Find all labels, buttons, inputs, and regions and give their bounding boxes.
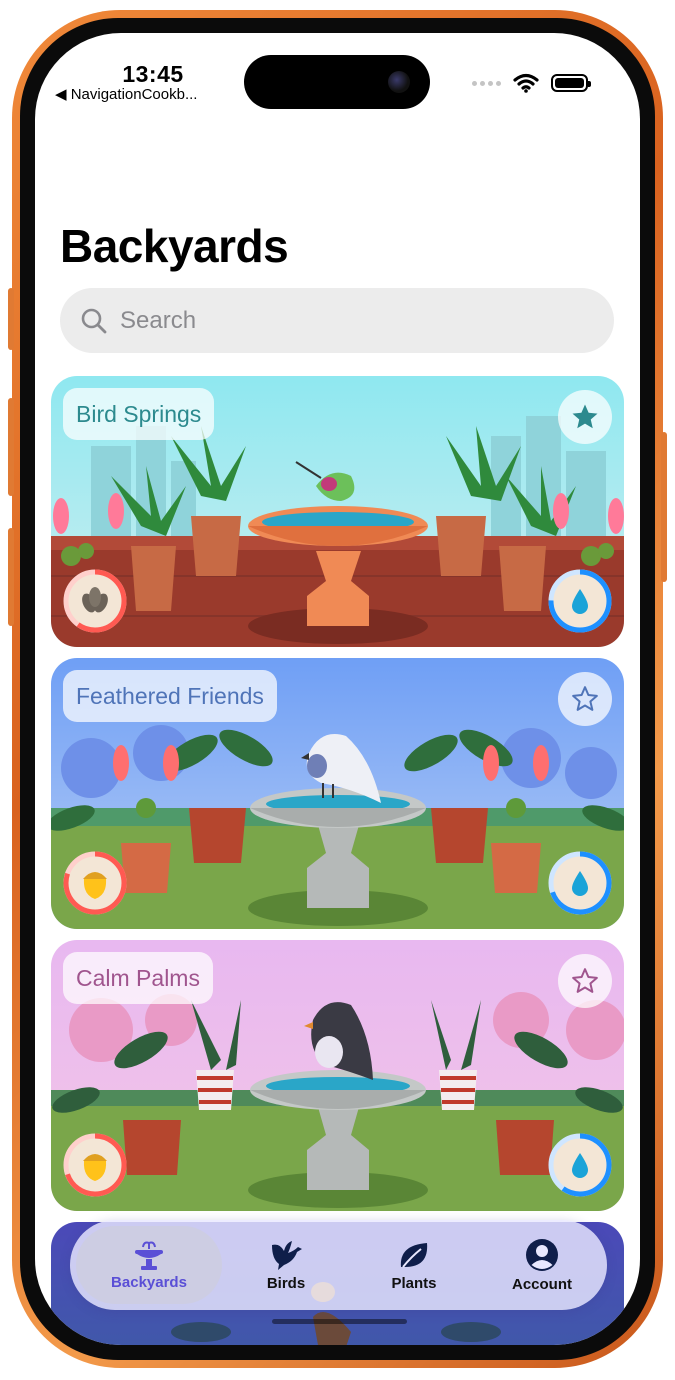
leaf-icon	[400, 1242, 428, 1268]
dynamic-island	[244, 55, 430, 109]
tab-label: Plants	[391, 1274, 437, 1292]
volume-down-button	[8, 528, 14, 626]
star-filled-icon	[572, 404, 598, 429]
backyard-card[interactable]: Bird Springs	[51, 376, 624, 647]
wifi-icon	[513, 73, 539, 93]
power-button	[661, 432, 667, 582]
signal-icon	[472, 80, 501, 86]
star-outline-icon	[572, 968, 598, 993]
page-title: Backyards	[60, 220, 289, 272]
tab-label: Birds	[266, 1274, 306, 1292]
camera-icon	[388, 71, 410, 93]
status-indicators	[472, 73, 591, 93]
home-indicator[interactable]	[272, 1319, 407, 1324]
bird-icon	[272, 1240, 302, 1270]
backyard-card[interactable]: Calm Palms	[51, 940, 624, 1211]
favorite-button[interactable]	[558, 954, 612, 1008]
food-level-gauge	[63, 851, 127, 915]
food-level-gauge	[63, 1133, 127, 1197]
search-placeholder: Search	[120, 306, 197, 334]
backyard-name: Bird Springs	[63, 388, 215, 440]
tab-account[interactable]: Account	[478, 1226, 606, 1304]
tab-plants[interactable]: Plants	[350, 1226, 478, 1304]
status-time: 13:45	[122, 61, 184, 87]
food-level-gauge	[63, 569, 127, 633]
back-to-app-link[interactable]: ◀ NavigationCookb...	[55, 85, 197, 103]
star-outline-icon	[572, 686, 598, 711]
tab-label: Account	[512, 1275, 572, 1293]
tab-birds[interactable]: Birds	[222, 1226, 350, 1304]
backyard-card[interactable]: Feathered Friends	[51, 658, 624, 929]
battery-icon	[551, 74, 591, 92]
backyard-name: Calm Palms	[63, 952, 213, 1004]
tab-bar: Backyards Birds Plants Account	[70, 1220, 607, 1310]
water-level-gauge	[548, 851, 612, 915]
search-field[interactable]: Search	[60, 288, 614, 353]
action-button	[8, 288, 14, 350]
search-icon	[81, 308, 107, 333]
birdbath-icon	[135, 1241, 163, 1270]
tab-backyards[interactable]: Backyards	[76, 1226, 222, 1304]
person-icon	[526, 1238, 558, 1271]
favorite-button[interactable]	[558, 672, 612, 726]
tab-label: Backyards	[111, 1273, 187, 1291]
volume-up-button	[8, 398, 14, 496]
screen: 13:45 ◀ NavigationCookb... Backyards Sea…	[35, 33, 640, 1345]
favorite-button[interactable]	[558, 390, 612, 444]
water-level-gauge	[548, 1133, 612, 1197]
water-level-gauge	[548, 569, 612, 633]
backyard-name: Feathered Friends	[63, 670, 277, 722]
